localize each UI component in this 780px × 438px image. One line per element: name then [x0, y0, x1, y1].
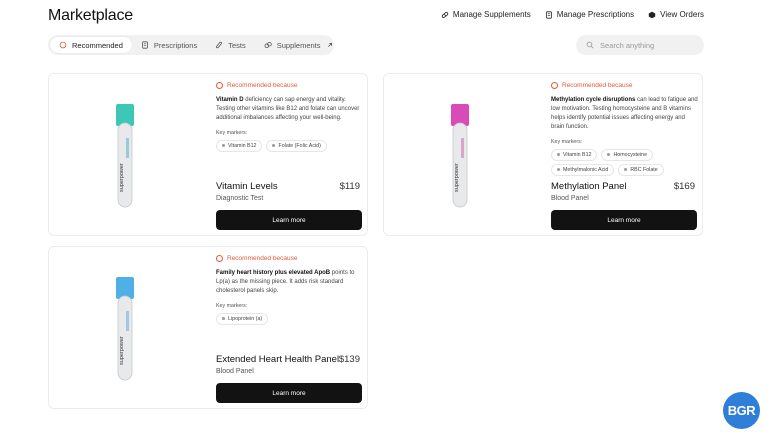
- marker-chip: Homocysteine: [601, 148, 654, 161]
- recommendation-highlight: Family heart history plus elevated ApoB: [216, 270, 331, 276]
- document-icon: [545, 10, 552, 19]
- product-card-extended-heart-health-panel: superpower Recommended because Family he…: [48, 246, 368, 409]
- dot-icon: [272, 144, 276, 148]
- tab-label: Recommended: [72, 40, 123, 50]
- recommended-circle-icon: [551, 82, 558, 89]
- page-title: Marketplace: [48, 7, 133, 24]
- search-icon: [586, 41, 594, 49]
- recommended-badge: Recommended because: [216, 82, 363, 89]
- learn-more-button[interactable]: Learn more: [216, 383, 362, 403]
- marker-chip: Vitamin B12: [551, 148, 598, 161]
- recommendation-highlight: Vitamin D: [216, 97, 244, 103]
- dot-icon: [624, 168, 628, 172]
- learn-more-button[interactable]: Learn more: [551, 210, 697, 230]
- dot-icon: [607, 153, 611, 157]
- manage-supplements-link[interactable]: Manage Supplements: [441, 10, 531, 19]
- recommendation-text: Vitamin D deficiency can sap energy and …: [216, 96, 363, 123]
- test-tube-image: superpower: [116, 104, 134, 208]
- tab-label: Tests: [228, 40, 246, 50]
- key-markers-label: Key markers:: [551, 138, 583, 145]
- recommended-label: Recommended because: [562, 82, 633, 89]
- external-arrow-icon: [327, 43, 332, 47]
- marker-chip: Lipoprotein (a): [216, 312, 269, 325]
- dot-icon: [557, 153, 560, 157]
- recommended-badge: Recommended because: [216, 255, 363, 262]
- tab-label: Prescriptions: [153, 40, 198, 50]
- document-icon: [142, 41, 148, 49]
- tab-recommended[interactable]: Recommended: [50, 37, 132, 53]
- search-box[interactable]: [576, 35, 704, 55]
- tab-tests[interactable]: Tests: [206, 37, 255, 53]
- product-price: $169: [673, 181, 695, 192]
- category-tabs: Recommended Prescriptions Tests Suppleme…: [48, 35, 334, 55]
- key-markers-label: Key markers:: [216, 302, 248, 309]
- dot-icon: [222, 317, 225, 321]
- card-info: Recommended because Methylation cycle di…: [551, 82, 698, 176]
- marker-label: Vitamin B12: [228, 142, 257, 149]
- product-price: $119: [339, 181, 360, 192]
- tab-label: Supplements: [276, 40, 321, 50]
- tube-brand-text: superpower: [119, 336, 125, 365]
- key-markers-label: Key markers:: [216, 129, 248, 136]
- product-name: Vitamin Levels: [216, 181, 278, 192]
- card-info: Recommended because Family heart history…: [216, 255, 363, 325]
- pill-icon: [441, 11, 449, 18]
- recommended-label: Recommended because: [227, 82, 298, 89]
- tube-brand-text: superpower: [454, 163, 460, 192]
- card-info: Recommended because Vitamin D deficiency…: [216, 82, 363, 152]
- marker-label: Folate (Folic Acid): [278, 142, 321, 149]
- key-markers-list: Lipoprotein (a): [216, 312, 363, 325]
- view-orders-link[interactable]: View Orders: [648, 10, 704, 19]
- tab-supplements[interactable]: Supplements: [255, 37, 343, 53]
- marker-chip: Vitamin B12: [216, 139, 263, 152]
- marker-label: RBC Folate: [630, 166, 658, 173]
- manage-prescriptions-label: Manage Prescriptions: [556, 10, 635, 19]
- tube-brand-text: superpower: [119, 163, 125, 192]
- view-orders-label: View Orders: [660, 10, 704, 19]
- key-markers-list: Vitamin B12 Folate (Folic Acid): [216, 139, 363, 152]
- dot-icon: [222, 144, 225, 148]
- marker-chip: Folate (Folic Acid): [266, 139, 327, 152]
- test-tube-icon: [216, 41, 223, 49]
- bgr-watermark-logo: BGR: [723, 392, 760, 429]
- product-name: Extended Heart Health Panel: [216, 354, 340, 365]
- tab-prescriptions[interactable]: Prescriptions: [132, 37, 206, 53]
- recommendation-text: Family heart history plus elevated ApoB …: [216, 269, 363, 296]
- recommendation-highlight: Methylation cycle disruptions: [551, 97, 636, 103]
- manage-supplements-label: Manage Supplements: [452, 10, 531, 19]
- recommended-circle-icon: [216, 255, 223, 262]
- supplements-icon: [264, 41, 272, 49]
- marketplace-page: Marketplace Manage Supplements Manage Pr…: [0, 0, 780, 438]
- top-nav: Manage Supplements Manage Prescriptions …: [441, 10, 704, 19]
- product-type: Diagnostic Test: [216, 195, 264, 202]
- test-tube-image: superpower: [451, 104, 469, 208]
- box-icon: [648, 11, 656, 18]
- learn-more-button[interactable]: Learn more: [216, 210, 362, 230]
- product-card-methylation-panel: superpower Recommended because Methylati…: [383, 73, 703, 236]
- marker-label: Lipoprotein (a): [228, 315, 263, 322]
- key-markers-list: Vitamin B12 Homocysteine Methylmalonic A…: [551, 148, 698, 176]
- circle-icon: [59, 41, 67, 49]
- product-price: $139: [338, 354, 360, 365]
- marker-chip: Methylmalonic Acid: [551, 163, 615, 176]
- marker-label: Methylmalonic Acid: [563, 166, 609, 173]
- product-card-vitamin-levels: superpower Recommended because Vitamin D…: [48, 73, 368, 236]
- marker-chip: RBC Folate: [618, 163, 664, 176]
- product-name: Methylation Panel: [551, 181, 627, 192]
- recommended-circle-icon: [216, 82, 223, 89]
- recommended-label: Recommended because: [227, 255, 298, 262]
- search-input[interactable]: [600, 40, 695, 50]
- dot-icon: [557, 168, 560, 172]
- recommendation-text: Methylation cycle disruptions can lead t…: [551, 96, 698, 132]
- test-tube-image: superpower: [116, 277, 134, 381]
- marker-label: Homocysteine: [613, 151, 648, 158]
- marker-label: Vitamin B12: [563, 151, 592, 158]
- manage-prescriptions-link[interactable]: Manage Prescriptions: [545, 10, 634, 19]
- recommended-badge: Recommended because: [551, 82, 698, 89]
- product-type: Blood Panel: [216, 368, 254, 375]
- product-type: Blood Panel: [551, 195, 589, 202]
